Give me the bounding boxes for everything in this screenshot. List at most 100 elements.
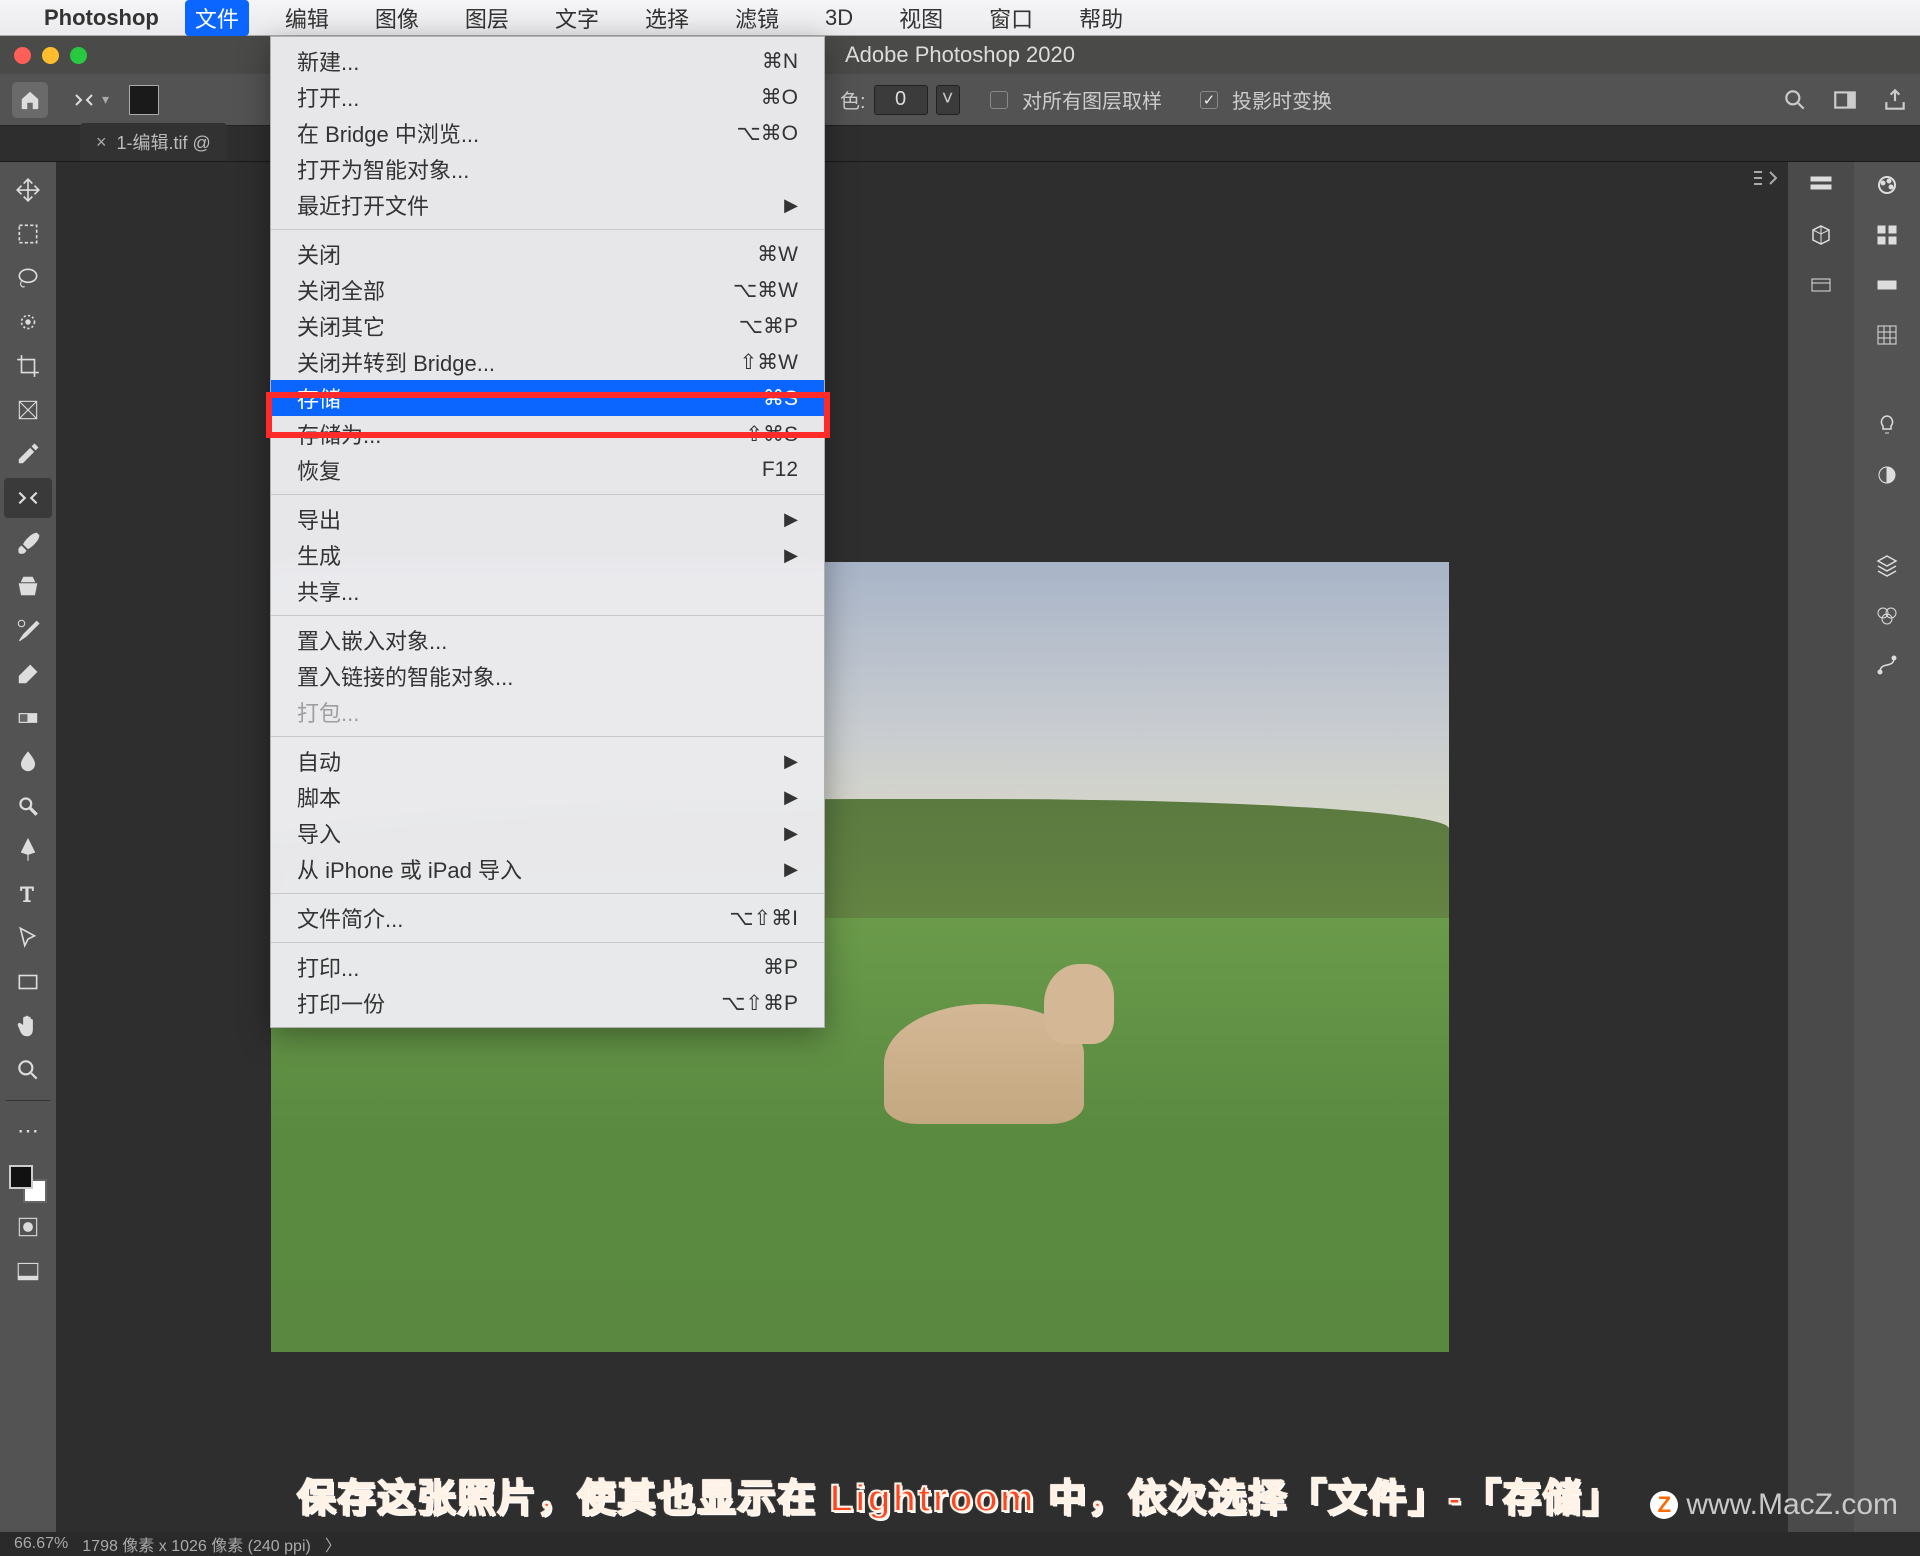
zoom-tool[interactable] <box>4 1050 52 1090</box>
clone-stamp-tool[interactable] <box>4 566 52 606</box>
submenu-arrow-icon: ▶ <box>784 787 798 808</box>
paths-icon[interactable] <box>1870 650 1904 680</box>
tool-preset[interactable]: ▾ <box>62 84 119 116</box>
channels-icon[interactable] <box>1870 600 1904 630</box>
pen-tool[interactable] <box>4 830 52 870</box>
path-select-tool[interactable] <box>4 918 52 958</box>
frame-tool[interactable] <box>4 390 52 430</box>
menu-item-关闭全部[interactable]: 关闭全部⌥⌘W <box>271 272 824 308</box>
type-tool[interactable]: T <box>4 874 52 914</box>
hand-tool[interactable] <box>4 1006 52 1046</box>
menu-item-文件简介[interactable]: 文件简介...⌥⇧⌘I <box>271 900 824 936</box>
crop-tool[interactable] <box>4 346 52 386</box>
eraser-tool[interactable] <box>4 654 52 694</box>
share-icon[interactable] <box>1882 87 1908 113</box>
patterns-icon[interactable] <box>1870 320 1904 350</box>
sample-all-layers-label: 对所有图层取样 <box>1022 85 1162 114</box>
mac-menubar: Photoshop 文件编辑图像图层文字选择滤镜 3D 视图窗口帮助 <box>0 0 1920 36</box>
color-icon[interactable] <box>1870 170 1904 200</box>
quick-select-tool[interactable] <box>4 302 52 342</box>
menu-item-关闭[interactable]: 关闭⌘W <box>271 236 824 272</box>
close-window-button[interactable] <box>14 47 31 64</box>
document-tab[interactable]: × 1-编辑.tif @ <box>80 123 227 161</box>
menu-item-脚本[interactable]: 脚本▶ <box>271 779 824 815</box>
menu-item-打印[interactable]: 打印...⌘P <box>271 949 824 985</box>
status-arrow-icon[interactable]: 〉 <box>325 1532 341 1556</box>
brush-tool[interactable] <box>4 522 52 562</box>
zoom-window-button[interactable] <box>70 47 87 64</box>
menu-item-打开为智能对象[interactable]: 打开为智能对象... <box>271 151 824 187</box>
adjust-icon[interactable] <box>1870 460 1904 490</box>
collapse-panels-icon[interactable] <box>1750 168 1778 188</box>
menu-item-导入[interactable]: 导入▶ <box>271 815 824 851</box>
menu-item-自动[interactable]: 自动▶ <box>271 743 824 779</box>
sample-all-layers-checkbox[interactable] <box>990 91 1008 109</box>
marquee-tool[interactable] <box>4 214 52 254</box>
menubar-item-窗口[interactable]: 窗口 <box>979 0 1043 36</box>
edit-toolbar-button[interactable]: ⋯ <box>4 1111 52 1151</box>
transform-on-drop-checkbox[interactable] <box>1200 91 1218 109</box>
move-tool[interactable] <box>4 170 52 210</box>
screen-mode-button[interactable] <box>4 1251 52 1291</box>
tool-swatch[interactable] <box>129 85 159 115</box>
fg-bg-swatches[interactable] <box>9 1165 47 1203</box>
minimize-window-button[interactable] <box>42 47 59 64</box>
menu-item-关闭其它[interactable]: 关闭其它⌥⌘P <box>271 308 824 344</box>
search-icon[interactable] <box>1782 87 1808 113</box>
file-menu-dropdown: 新建...⌘N打开...⌘O在 Bridge 中浏览...⌥⌘O打开为智能对象.… <box>270 36 825 1028</box>
layers-icon[interactable] <box>1870 550 1904 580</box>
sources-icon[interactable] <box>1804 270 1838 300</box>
lasso-tool[interactable] <box>4 258 52 298</box>
menubar-item-图层[interactable]: 图层 <box>455 0 519 36</box>
gradient-tool[interactable] <box>4 698 52 738</box>
history-icon[interactable] <box>1804 170 1838 200</box>
menu-item-存储为[interactable]: 存储为...⇧⌘S <box>271 416 824 452</box>
light-icon[interactable] <box>1870 410 1904 440</box>
blur-tool[interactable] <box>4 742 52 782</box>
eyedropper-tool[interactable] <box>4 434 52 474</box>
color-value-field[interactable]: 0 <box>874 85 928 115</box>
3d-icon[interactable] <box>1804 220 1838 250</box>
swatches-icon[interactable] <box>1870 220 1904 250</box>
menu-separator <box>271 494 824 495</box>
menu-item-置入嵌入对象[interactable]: 置入嵌入对象... <box>271 622 824 658</box>
menu-item-打印一份[interactable]: 打印一份⌥⇧⌘P <box>271 985 824 1021</box>
zoom-level[interactable]: 66.67% <box>14 1535 68 1553</box>
menu-item-关闭并转到Bridge[interactable]: 关闭并转到 Bridge...⇧⌘W <box>271 344 824 380</box>
menubar-item-文字[interactable]: 文字 <box>545 0 609 36</box>
menu-item-从iPhone或iPad导入[interactable]: 从 iPhone 或 iPad 导入▶ <box>271 851 824 887</box>
menubar-item-编辑[interactable]: 编辑 <box>275 0 339 36</box>
home-button[interactable] <box>12 82 48 118</box>
history-brush-tool[interactable] <box>4 610 52 650</box>
rectangle-tool[interactable] <box>4 962 52 1002</box>
menubar-item-文件[interactable]: 文件 <box>185 0 249 36</box>
menu-item-恢复[interactable]: 恢复F12 <box>271 452 824 488</box>
menu-item-存储[interactable]: 存储⌘S <box>271 380 824 416</box>
color-dropdown[interactable]: ˅ <box>936 85 960 115</box>
gradients-icon[interactable] <box>1870 270 1904 300</box>
menubar-item-滤镜[interactable]: 滤镜 <box>725 0 789 36</box>
menu-item-在Bridge中浏览[interactable]: 在 Bridge 中浏览...⌥⌘O <box>271 115 824 151</box>
menu-item-生成[interactable]: 生成▶ <box>271 537 824 573</box>
workspace-icon[interactable] <box>1832 87 1858 113</box>
menu-item-导出[interactable]: 导出▶ <box>271 501 824 537</box>
watermark: Z www.MacZ.com <box>1650 1488 1898 1522</box>
menu-item-置入链接的智能对象[interactable]: 置入链接的智能对象... <box>271 658 824 694</box>
close-tab-icon[interactable]: × <box>96 132 107 153</box>
document-info[interactable]: 1798 像素 x 1026 像素 (240 ppi) <box>82 1532 311 1556</box>
menubar-item-选择[interactable]: 选择 <box>635 0 699 36</box>
menu-item-共享[interactable]: 共享... <box>271 573 824 609</box>
menu-item-打包: 打包... <box>271 694 824 730</box>
menubar-item-3D[interactable]: 3D <box>815 3 863 33</box>
menubar-item-帮助[interactable]: 帮助 <box>1069 0 1133 36</box>
app-name[interactable]: Photoshop <box>44 5 159 31</box>
quick-mask-button[interactable] <box>4 1207 52 1247</box>
menu-item-打开[interactable]: 打开...⌘O <box>271 79 824 115</box>
dodge-tool[interactable] <box>4 786 52 826</box>
menu-item-新建[interactable]: 新建...⌘N <box>271 43 824 79</box>
menubar-item-视图[interactable]: 视图 <box>889 0 953 36</box>
svg-text:T: T <box>20 883 33 907</box>
menu-item-最近打开文件[interactable]: 最近打开文件▶ <box>271 187 824 223</box>
content-aware-move-tool[interactable] <box>4 478 52 518</box>
menubar-item-图像[interactable]: 图像 <box>365 0 429 36</box>
